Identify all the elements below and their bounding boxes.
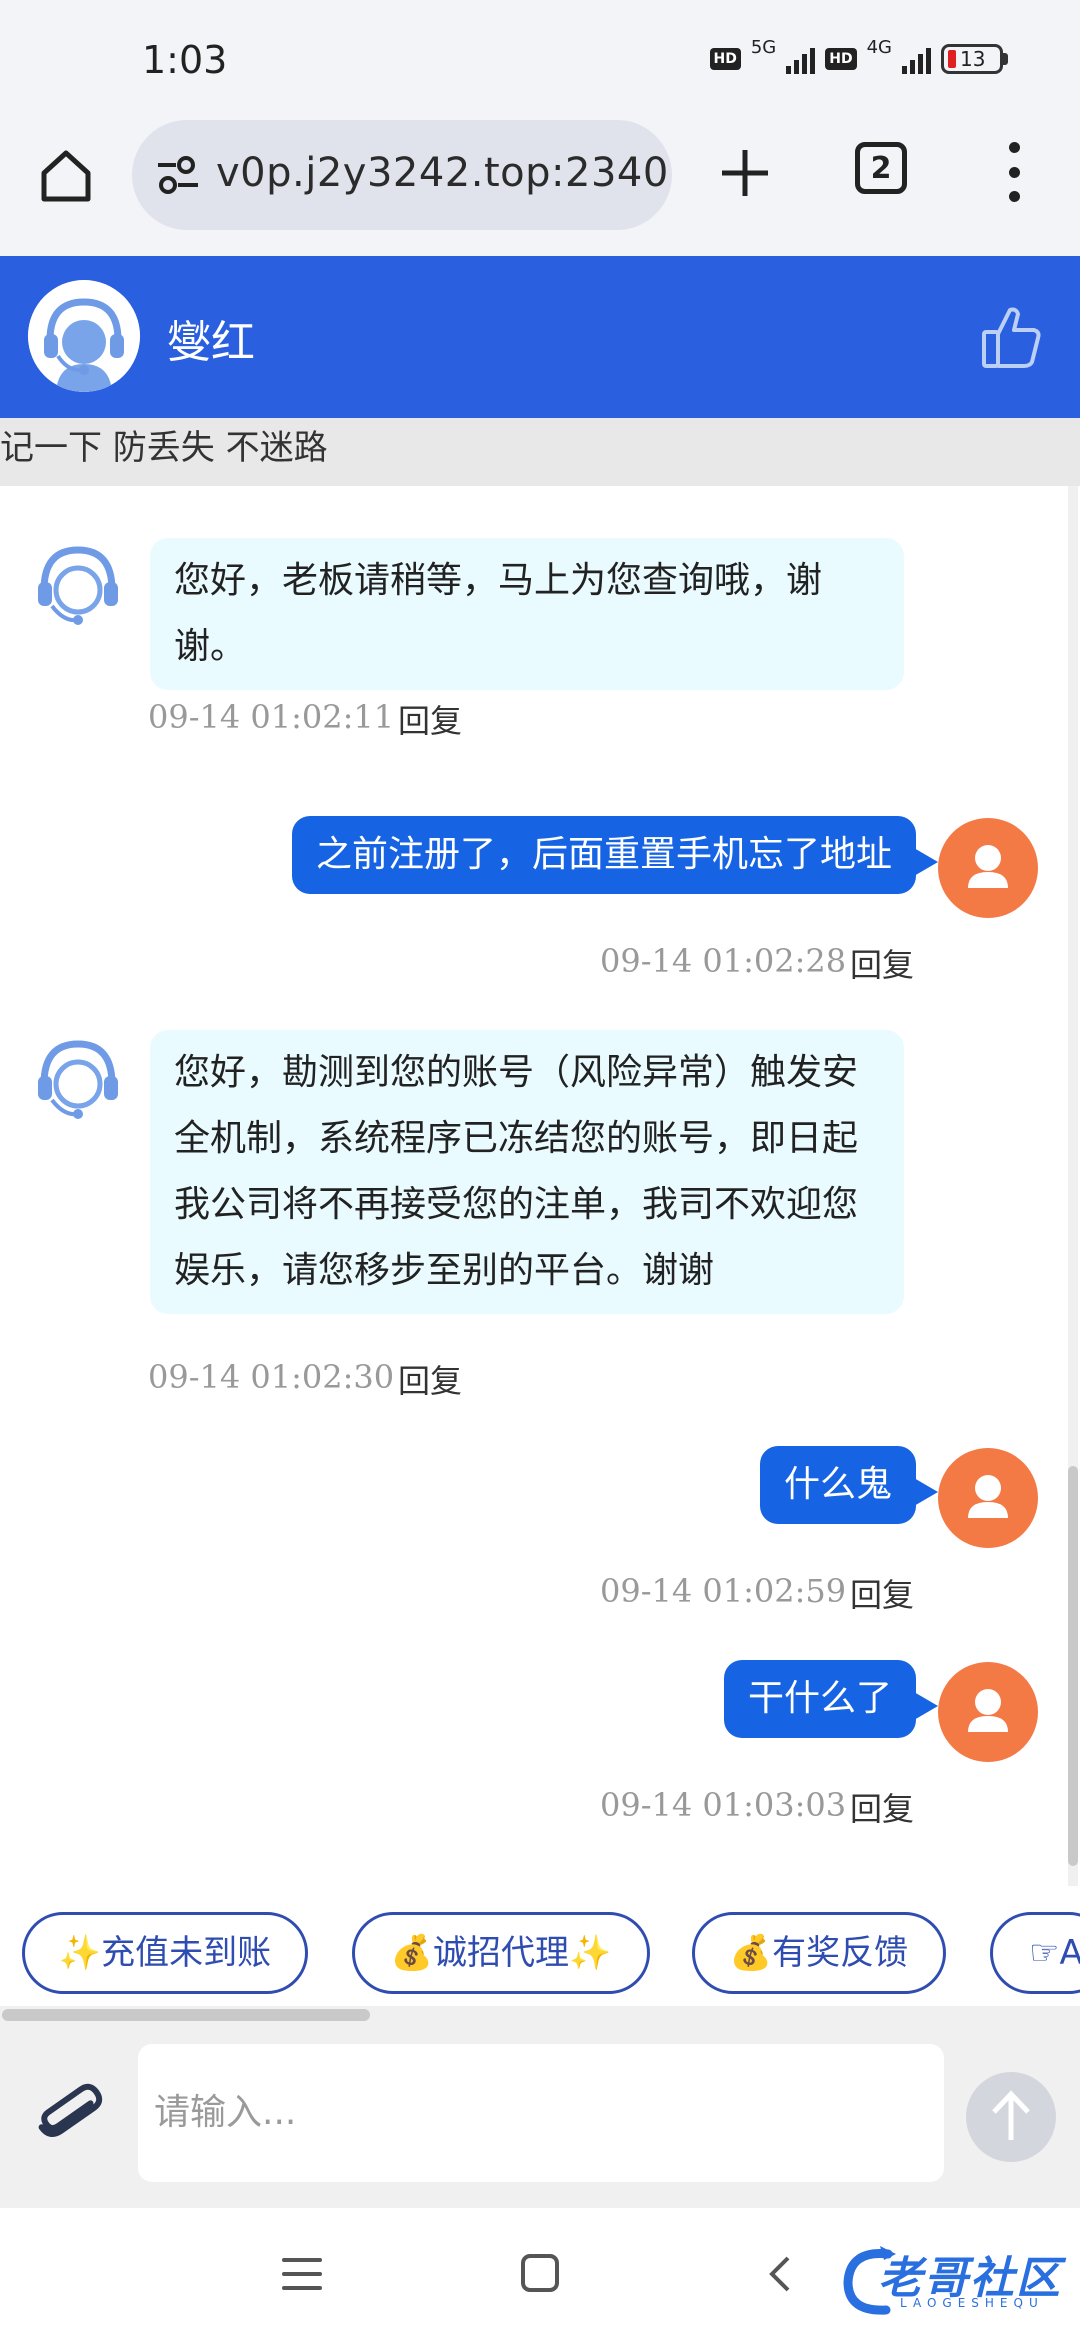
user-icon [968,1475,1008,1518]
chevron-left-icon [769,2256,790,2292]
user-message-bubble: 之前注册了，后面重置手机忘了地址 [291,816,939,894]
network-type-label: 4G [866,36,892,58]
quick-reply-bar: ✨充值未到账 💰诚招代理✨ 💰有奖反馈 ☞A [0,1886,1080,2006]
status-bar: 1:03 HD 5G HD 4G 13 [0,0,1080,120]
message-timestamp: 09-14 01:02:11 [148,698,395,736]
user-avatar [938,1662,1038,1762]
message-input-bar [0,2022,1080,2208]
user-icon [968,845,1008,888]
battery-level: 13 [960,47,986,71]
user-avatar [938,818,1038,918]
agent-avatar [28,280,140,392]
tab-switcher-button[interactable]: 2 [855,142,907,194]
quick-reply-chip[interactable]: 💰有奖反馈 [692,1912,946,1994]
status-icons: HD 5G HD 4G 13 [709,37,1008,74]
reply-link[interactable]: 回复 [850,1784,914,1830]
scrollbar-thumb[interactable] [1068,1466,1078,1866]
url-text[interactable]: v0p.j2y3242.top:2340 [216,150,669,196]
agent-message-bubble: 您好，勘测到您的账号（风险异常）触发安全机制，系统程序已冻结您的账号，即日起我公… [150,1030,904,1314]
agent-avatar-icon [38,546,118,625]
user-message-bubble: 什么鬼 [759,1446,939,1524]
signal-strength-icon [786,44,816,74]
quick-reply-chip[interactable]: ☞A [990,1912,1080,1994]
horizontal-scrollbar[interactable] [0,2006,1080,2022]
system-nav-bar: 老哥社区 LAOGESHEQU [0,2208,1080,2340]
user-avatar [938,1448,1038,1548]
reply-link[interactable]: 回复 [850,940,914,986]
network-type-label: 5G [750,36,777,58]
reply-link[interactable]: 回复 [398,1356,462,1402]
thumbs-up-icon [982,307,1041,368]
site-settings-icon[interactable] [154,153,202,197]
back-button[interactable] [760,2252,800,2296]
agent-avatar-icon [38,1040,118,1119]
message-timestamp: 09-14 01:02:59 [600,1572,847,1610]
plus-icon [722,150,768,196]
recent-apps-button[interactable] [282,2258,322,2290]
signal-strength-icon [902,44,931,74]
address-bar[interactable]: v0p.j2y3242.top:2340 [132,120,672,230]
notice-banner: 记一下 防丢失 不迷路 [0,418,1080,486]
hd-badge: HD [709,48,741,70]
reply-link[interactable]: 回复 [850,1570,914,1616]
home-icon [41,150,91,202]
quick-reply-chip[interactable]: ✨充值未到账 [22,1912,308,1994]
arrow-up-icon [992,2090,1030,2140]
agent-message-bubble: 您好，老板请稍等，马上为您查询哦，谢谢。 [150,538,904,690]
message-timestamp: 09-14 01:02:28 [600,942,847,980]
message-timestamp: 09-14 01:03:03 [600,1786,847,1824]
support-agent-icon [28,280,140,392]
user-icon [968,1689,1008,1732]
battery-icon: 13 [941,44,1008,74]
paperclip-icon [38,2083,103,2138]
message-input-container [138,2044,944,2182]
home-nav-button[interactable] [521,2254,559,2292]
tab-count: 2 [870,150,892,186]
status-time: 1:03 [142,38,228,82]
agent-name: 燮红 [167,317,255,368]
message-list[interactable]: 您好，老板请稍等，马上为您查询哦，谢谢。 09-14 01:02:11 回复 之… [0,486,1080,1886]
new-tab-button[interactable] [712,140,778,206]
message-input[interactable] [154,2052,914,2172]
watermark-subtext: LAOGESHEQU [900,2296,1044,2310]
like-button[interactable] [980,304,1044,370]
browser-toolbar: v0p.j2y3242.top:2340 2 [0,120,1080,255]
vertical-scrollbar[interactable] [1068,486,1078,1886]
home-button[interactable] [36,145,96,205]
watermark: 老哥社区 LAOGESHEQU [840,2240,1080,2320]
chat-header: 燮红 [0,256,1080,418]
hd-badge: HD [825,48,857,70]
browser-menu-button[interactable] [1000,142,1028,202]
scrollbar-thumb[interactable] [2,2009,370,2021]
user-message-bubble: 干什么了 [723,1660,939,1738]
quick-reply-chip[interactable]: 💰诚招代理✨ [352,1912,650,1994]
message-timestamp: 09-14 01:02:30 [148,1358,395,1396]
send-button[interactable] [966,2072,1056,2162]
attach-button[interactable] [32,2078,108,2154]
reply-link[interactable]: 回复 [398,696,462,742]
